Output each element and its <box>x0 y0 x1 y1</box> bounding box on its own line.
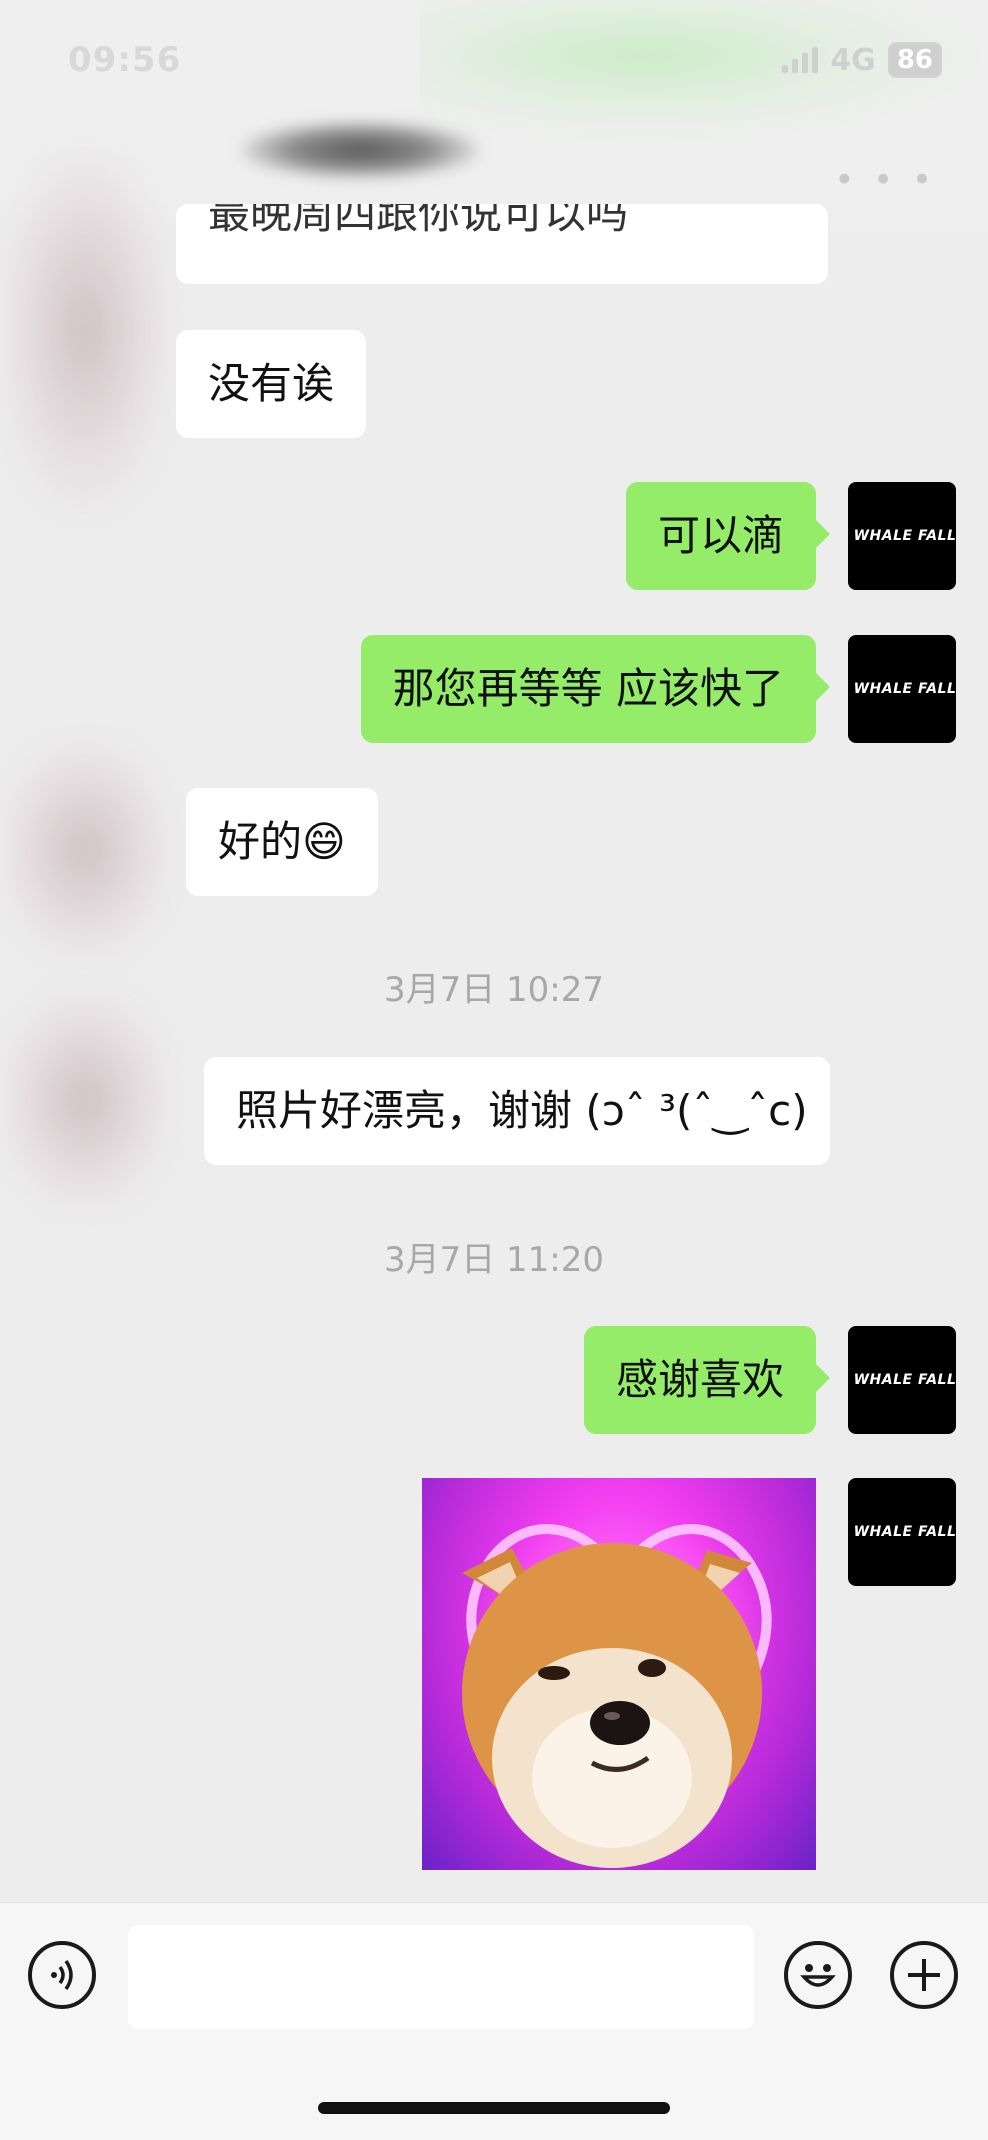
avatar-label: WHALE FALL <box>853 528 956 544</box>
avatar-label: WHALE FALL <box>853 681 956 697</box>
contact-avatar-redacted <box>0 990 170 1210</box>
my-avatar[interactable]: WHALE FALL <box>848 635 956 743</box>
status-right: 4G 86 <box>782 42 942 78</box>
network-label: 4G <box>830 42 876 78</box>
my-avatar[interactable]: WHALE FALL <box>848 482 956 590</box>
voice-icon <box>51 1959 73 1991</box>
avatar-label: WHALE FALL <box>853 1372 956 1388</box>
message-text: 好的😄 <box>218 817 346 866</box>
message-input[interactable] <box>128 1925 754 2029</box>
message-text: 可以滴 <box>657 511 784 560</box>
battery-icon: 86 <box>887 42 942 78</box>
shiba-dog-icon <box>462 1524 772 1868</box>
contact-avatar-redacted <box>0 150 170 510</box>
message-text: 那您再等等 应该快了 <box>392 664 784 713</box>
message-outgoing[interactable]: 感谢喜欢 <box>583 1326 831 1434</box>
status-time: 09:56 <box>68 40 182 80</box>
avatar-label: WHALE FALL <box>853 1524 956 1540</box>
message-incoming[interactable]: 照片好漂亮，谢谢 (ɔˆ ³(ˆ‿ˆc) <box>204 1057 830 1165</box>
chat-title-redacted <box>240 120 480 180</box>
status-bar: 09:56 4G 86 <box>0 0 988 120</box>
more-menu-icon[interactable]: • • • <box>834 160 936 200</box>
voice-button[interactable] <box>28 1941 96 2009</box>
message-text: 照片好漂亮，谢谢 (ɔˆ ³(ˆ‿ˆc) <box>236 1086 808 1135</box>
message-incoming[interactable]: 最晚周四跟你说可以吗 <box>176 204 828 284</box>
message-incoming[interactable]: 好的😄 <box>186 788 378 896</box>
my-avatar[interactable]: WHALE FALL <box>848 1326 956 1434</box>
more-button[interactable] <box>890 1941 958 2009</box>
emoji-icon <box>800 1964 836 1987</box>
signal-icon <box>782 47 819 73</box>
emoji-button[interactable] <box>784 1941 852 2009</box>
message-outgoing[interactable]: 可以滴 <box>625 482 831 590</box>
contact-avatar-redacted <box>0 740 170 960</box>
message-text: 最晚周四跟你说可以吗 <box>208 204 629 238</box>
plus-icon <box>908 1959 940 1991</box>
my-avatar[interactable]: WHALE FALL <box>848 1478 956 1586</box>
message-incoming[interactable]: 没有诶 <box>176 330 367 438</box>
timestamp: 3月7日 11:20 <box>383 1240 605 1280</box>
message-text: 感谢喜欢 <box>615 1355 784 1404</box>
timestamp: 3月7日 10:27 <box>383 970 605 1010</box>
shiba-heart-sticker[interactable] <box>422 1478 816 1870</box>
message-outgoing[interactable]: 那您再等等 应该快了 <box>360 635 831 743</box>
message-text: 没有诶 <box>208 359 335 408</box>
home-indicator <box>318 2102 670 2114</box>
